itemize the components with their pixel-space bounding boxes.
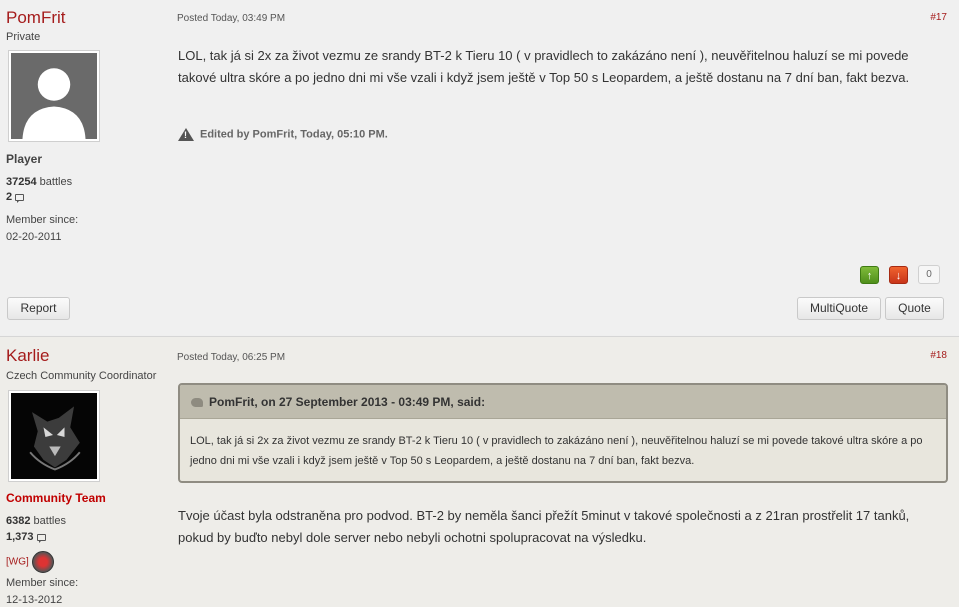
member-since-date: 02-20-2011 bbox=[6, 231, 62, 243]
comments-stat: 2 bbox=[6, 191, 25, 203]
battles-value: 37254 bbox=[6, 176, 37, 188]
avatar[interactable] bbox=[8, 390, 100, 482]
quote-block: PomFrit, on 27 September 2013 - 03:49 PM… bbox=[178, 383, 948, 483]
clan-badge[interactable]: [WG] bbox=[6, 551, 54, 573]
vote-up-button[interactable]: ↑ bbox=[860, 266, 879, 284]
quote-header-text[interactable]: PomFrit, on 27 September 2013 - 03:49 PM… bbox=[209, 395, 485, 409]
comments-count: 1,373 bbox=[6, 531, 34, 543]
author-name[interactable]: PomFrit bbox=[6, 8, 66, 28]
report-button[interactable]: Report bbox=[7, 297, 70, 320]
default-avatar-icon bbox=[11, 53, 97, 139]
author-title: Czech Community Coordinator bbox=[6, 370, 157, 382]
quote-header: PomFrit, on 27 September 2013 - 03:49 PM… bbox=[180, 385, 946, 419]
vote-down-button[interactable]: ↓ bbox=[889, 266, 908, 284]
post-17: PomFrit Private Player 37254 battles 2 M… bbox=[0, 0, 959, 335]
comments-count: 2 bbox=[6, 191, 13, 203]
post-body: Tvoje účast byla odstraněna pro podvod. … bbox=[178, 508, 910, 545]
author-rank: Player bbox=[6, 152, 43, 166]
comments-stat: 1,373 bbox=[6, 531, 46, 543]
multiquote-button[interactable]: MultiQuote bbox=[797, 297, 881, 320]
battles-value: 6382 bbox=[6, 515, 31, 527]
author-rank: Community Team bbox=[6, 491, 106, 505]
warning-icon: ! bbox=[178, 128, 194, 141]
post-18: Karlie Czech Community Coordinator Commu… bbox=[0, 336, 959, 607]
author-title: Private bbox=[6, 31, 41, 43]
post-date: Posted Today, 06:25 PM bbox=[177, 352, 286, 363]
quote-icon bbox=[191, 398, 203, 408]
quote-body: LOL, tak já si 2x za život vezmu ze sran… bbox=[190, 435, 923, 467]
author-name[interactable]: Karlie bbox=[6, 346, 49, 366]
edit-notice-text: Edited by PomFrit, Today, 05:10 PM. bbox=[200, 128, 388, 141]
comment-icon bbox=[36, 533, 46, 543]
quote-button[interactable]: Quote bbox=[885, 297, 944, 320]
member-since-date: 12-13-2012 bbox=[6, 594, 63, 606]
clan-tag: [WG] bbox=[6, 556, 29, 568]
battles-label: battles bbox=[33, 515, 66, 527]
battles-stat: 6382 battles bbox=[6, 515, 66, 527]
battles-stat: 37254 battles bbox=[6, 176, 72, 188]
post-date: Posted Today, 03:49 PM bbox=[177, 13, 286, 24]
wargaming-logo-icon bbox=[31, 551, 54, 573]
member-since-label: Member since: bbox=[6, 214, 79, 226]
comment-icon bbox=[15, 193, 25, 203]
post-number-link[interactable]: #18 bbox=[930, 350, 947, 361]
avatar[interactable] bbox=[8, 50, 100, 142]
post-body: LOL, tak já si 2x za život vezmu ze sran… bbox=[178, 48, 910, 85]
battles-label: battles bbox=[39, 176, 73, 188]
post-number-link[interactable]: #17 bbox=[930, 12, 947, 23]
wolf-avatar-icon bbox=[11, 393, 97, 479]
vote-count: 0 bbox=[918, 265, 940, 284]
edit-notice: ! Edited by PomFrit, Today, 05:10 PM. bbox=[178, 128, 388, 141]
member-since-label: Member since: bbox=[6, 577, 79, 589]
